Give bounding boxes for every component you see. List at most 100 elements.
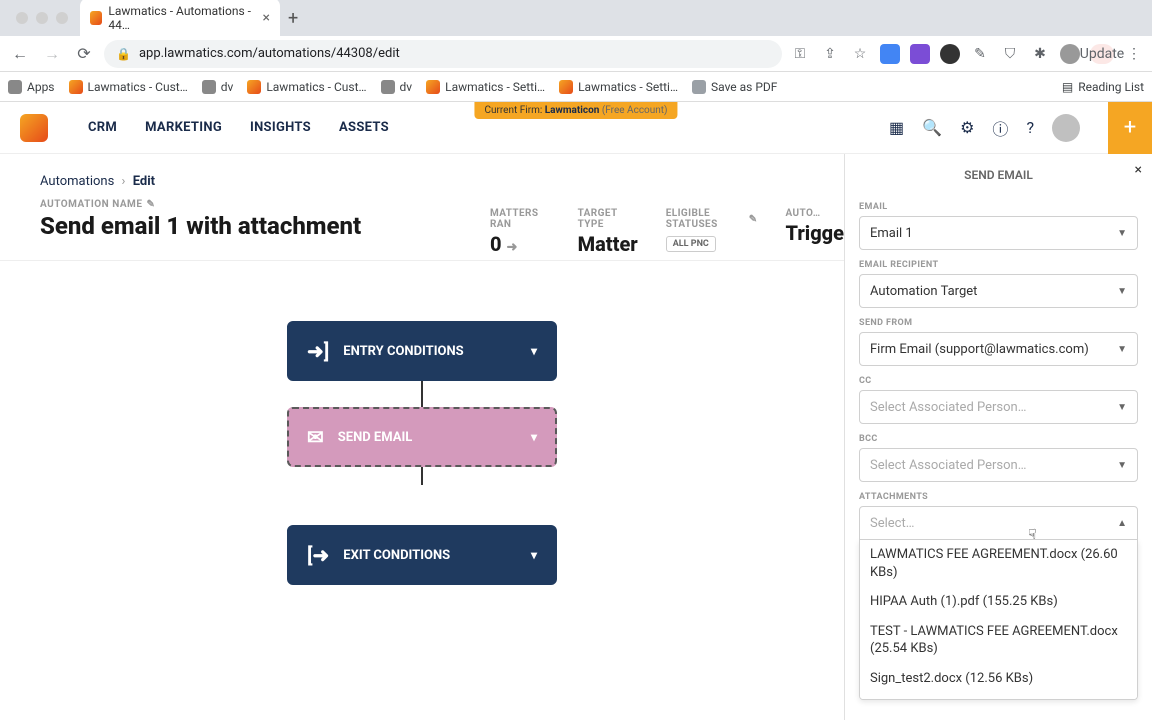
calendar-icon[interactable]: ▦	[889, 118, 904, 137]
tab-close-icon[interactable]: ×	[263, 10, 270, 26]
stat-eligible-statuses: ELIGIBLE STATUSES ✎ ALL PNC	[666, 208, 758, 252]
chevron-down-icon: ▼	[1117, 344, 1127, 355]
attachment-option[interactable]: LAWMATICS FEE AGREEMENT.docx (26.60 KBs)	[860, 540, 1137, 587]
lock-icon: 🔒	[116, 47, 131, 61]
stat-matters-ran: MATTERS RAN 0 ➜	[490, 208, 550, 256]
tab-favicon	[90, 11, 102, 25]
nav-insights[interactable]: INSIGHTS	[250, 120, 311, 135]
close-icon[interactable]: ×	[1135, 162, 1142, 178]
help-icon[interactable]: ?	[1026, 118, 1034, 137]
chevron-down-icon[interactable]: ▾	[531, 430, 537, 444]
attachments-select[interactable]: Select…▲	[859, 506, 1138, 540]
browser-tab[interactable]: Lawmatics - Automations - 44… ×	[80, 0, 280, 38]
back-button[interactable]: ←	[8, 44, 32, 64]
chevron-down-icon[interactable]: ▾	[531, 548, 537, 562]
breadcrumb-leaf: Edit	[133, 174, 155, 189]
attachment-option[interactable]: Sign_test2.docx (12.56 KBs)	[860, 664, 1137, 694]
chevron-down-icon[interactable]: ▾	[531, 344, 537, 358]
email-select[interactable]: Email 1▼	[859, 216, 1138, 250]
status-badge: ALL PNC	[666, 236, 716, 252]
search-icon[interactable]: 🔍	[922, 118, 942, 137]
node-send-email[interactable]: ✉ SEND EMAIL ▾	[287, 407, 557, 467]
recipient-label: EMAIL RECIPIENT	[859, 260, 1138, 270]
attachment-option[interactable]: TEST - LAWMATICS FEE AGREEMENT.docx (25.…	[860, 617, 1137, 664]
bcc-select[interactable]: Select Associated Person…▼	[859, 448, 1138, 482]
update-button[interactable]: Update	[1090, 44, 1114, 64]
tab-title: Lawmatics - Automations - 44…	[108, 4, 256, 32]
ext-icon-1[interactable]	[880, 44, 900, 64]
chevron-down-icon: ▼	[1117, 402, 1127, 413]
enter-icon: ➜]	[307, 339, 329, 363]
chevron-up-icon: ▲	[1117, 518, 1127, 529]
profile-avatar[interactable]	[1060, 44, 1080, 64]
email-label: EMAIL	[859, 202, 1138, 212]
menu-icon[interactable]: ⋮	[1124, 44, 1144, 64]
key-icon[interactable]: ⚿	[790, 44, 810, 64]
send-email-panel: × SEND EMAIL EMAIL Email 1▼ EMAIL RECIPI…	[844, 154, 1152, 720]
extensions-icon[interactable]: ✱	[1030, 44, 1050, 64]
attachment-option[interactable]: LAWMATICS FEE AGREEMENT.docx (12.06 KBs)	[860, 693, 1137, 700]
nav-crm[interactable]: CRM	[88, 120, 117, 135]
forward-button[interactable]: →	[40, 44, 64, 64]
reading-list-icon: ▤	[1062, 80, 1073, 94]
exit-icon: [➜	[307, 543, 329, 567]
info-icon[interactable]: ⓘ	[992, 116, 1008, 140]
share-icon[interactable]: ⇪	[820, 44, 840, 64]
reload-button[interactable]: ⟳	[72, 44, 96, 63]
shield-icon[interactable]: ⛉	[1000, 44, 1020, 64]
add-button[interactable]: +	[1108, 102, 1152, 154]
stat-automation-type: AUTO… Trigge	[786, 208, 845, 245]
address-bar: ← → ⟳ 🔒 app.lawmatics.com/automations/44…	[0, 36, 1152, 72]
recipient-select[interactable]: Automation Target▼	[859, 274, 1138, 308]
bookmark-6[interactable]: Lawmatics - Setti…	[559, 80, 678, 94]
cc-label: CC	[859, 376, 1138, 386]
nav-marketing[interactable]: MARKETING	[145, 120, 222, 135]
arrow-icon[interactable]: ➜	[507, 240, 518, 255]
send-from-label: SEND FROM	[859, 318, 1138, 328]
breadcrumb-root[interactable]: Automations	[40, 174, 114, 189]
bookmark-5[interactable]: Lawmatics - Setti…	[426, 80, 545, 94]
gear-icon[interactable]: ⚙	[960, 118, 974, 137]
bookmark-bar: Apps Lawmatics - Cust… dv Lawmatics - Cu…	[0, 72, 1152, 102]
attachment-option[interactable]: HIPAA Auth (1).pdf (155.25 KBs)	[860, 587, 1137, 617]
pencil-icon[interactable]: ✎	[146, 199, 155, 210]
bookmark-1[interactable]: Lawmatics - Cust…	[69, 80, 188, 94]
chevron-down-icon: ▼	[1117, 460, 1127, 471]
bookmark-2[interactable]: dv	[202, 80, 234, 94]
attachments-label: ATTACHMENTS	[859, 492, 1138, 502]
firm-banner[interactable]: Current Firm: Lawmaticon (Free Account)	[474, 102, 677, 119]
tab-strip: Lawmatics - Automations - 44… × +	[0, 0, 1152, 36]
chevron-down-icon: ▼	[1117, 228, 1127, 239]
app-logo[interactable]	[20, 114, 48, 142]
apps-bookmark[interactable]: Apps	[8, 80, 55, 94]
panel-title: SEND EMAIL	[859, 168, 1138, 182]
pencil-icon[interactable]: ✎	[749, 214, 758, 225]
stat-target-type: TARGET TYPE Matter	[578, 208, 638, 256]
node-exit-conditions[interactable]: [➜ EXIT CONDITIONS ▾	[287, 525, 557, 585]
mail-icon: ✉	[307, 425, 324, 449]
ext-icon-2[interactable]	[910, 44, 930, 64]
breadcrumb: Automations › Edit	[40, 174, 804, 189]
chevron-right-icon: ›	[122, 174, 126, 189]
attachments-dropdown[interactable]: LAWMATICS FEE AGREEMENT.docx (26.60 KBs)…	[859, 540, 1138, 700]
new-tab-button[interactable]: +	[288, 8, 298, 29]
canvas-area: Automations › Edit AUTOMATION NAME ✎ Sen…	[0, 154, 844, 720]
bcc-label: BCC	[859, 434, 1138, 444]
star-icon[interactable]: ☆	[850, 44, 870, 64]
send-from-select[interactable]: Firm Email (support@lawmatics.com)▼	[859, 332, 1138, 366]
edit-icon[interactable]: ✎	[970, 44, 990, 64]
cc-select[interactable]: Select Associated Person…▼	[859, 390, 1138, 424]
url-text: app.lawmatics.com/automations/44308/edit	[139, 46, 400, 61]
bookmark-4[interactable]: dv	[381, 80, 413, 94]
user-avatar[interactable]	[1052, 114, 1080, 142]
reading-list-button[interactable]: ▤ Reading List	[1062, 80, 1144, 94]
url-field[interactable]: 🔒 app.lawmatics.com/automations/44308/ed…	[104, 40, 782, 68]
bookmark-3[interactable]: Lawmatics - Cust…	[247, 80, 366, 94]
node-entry-conditions[interactable]: ➜] ENTRY CONDITIONS ▾	[287, 321, 557, 381]
window-controls[interactable]	[8, 12, 80, 24]
ext-icon-3[interactable]	[940, 44, 960, 64]
app-header: CRM MARKETING INSIGHTS ASSETS Current Fi…	[0, 102, 1152, 154]
bookmark-7[interactable]: Save as PDF	[692, 80, 777, 94]
chevron-down-icon: ▼	[1117, 286, 1127, 297]
nav-assets[interactable]: ASSETS	[339, 120, 389, 135]
